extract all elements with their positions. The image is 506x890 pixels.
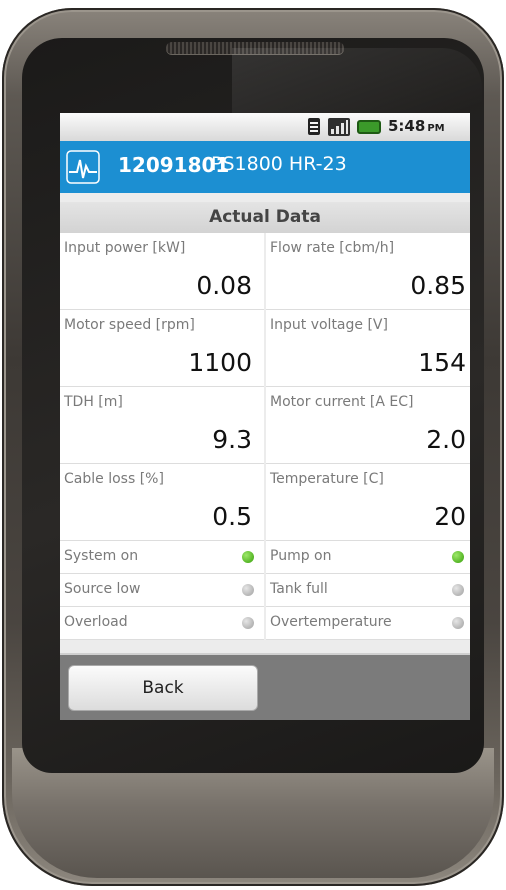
indicator-row: Source low <box>60 574 264 607</box>
battery-icon <box>357 120 381 134</box>
measurement-label: Motor speed [rpm] <box>64 317 195 333</box>
status-led-icon <box>452 551 464 563</box>
indicator-row: Pump on <box>266 541 470 574</box>
signal-bars-icon <box>328 118 350 136</box>
measurement-value: 0.5 <box>212 502 252 531</box>
measurement-label: Cable loss [%] <box>64 471 164 487</box>
measurement-cell: Motor current [A EC] 2.0 <box>266 387 470 464</box>
measurement-cell: Motor speed [rpm] 1100 <box>60 310 264 387</box>
indicator-row: Overtemperature <box>266 607 470 640</box>
status-led-icon <box>452 617 464 629</box>
phone-screen: 5:48 PM 12091801 PS1800 HR-23 Actual Data… <box>60 113 470 720</box>
measurement-label: Input power [kW] <box>64 240 186 256</box>
indicator-label: Tank full <box>270 581 328 597</box>
measurement-value: 20 <box>434 502 466 531</box>
button-bar: Back <box>60 653 470 720</box>
status-led-icon <box>242 584 254 596</box>
pulse-icon <box>66 150 100 184</box>
measurement-cell: Flow rate [cbm/h] 0.85 <box>266 233 470 310</box>
measurement-value: 0.08 <box>196 271 252 300</box>
sim-card-icon <box>308 118 320 135</box>
measurement-label: TDH [m] <box>64 394 123 410</box>
status-led-icon <box>452 584 464 596</box>
measurement-cell: TDH [m] 9.3 <box>60 387 264 464</box>
measurement-value: 2.0 <box>426 425 466 454</box>
indicator-label: Overtemperature <box>270 614 392 630</box>
measurement-label: Flow rate [cbm/h] <box>270 240 395 256</box>
measurement-value: 154 <box>418 348 466 377</box>
indicator-label: Pump on <box>270 548 332 564</box>
status-led-icon <box>242 551 254 563</box>
indicator-row: Tank full <box>266 574 470 607</box>
indicator-row: Overload <box>60 607 264 640</box>
measurement-value: 0.85 <box>410 271 466 300</box>
indicator-label: System on <box>64 548 139 564</box>
indicator-label: Source low <box>64 581 141 597</box>
measurement-value: 1100 <box>188 348 252 377</box>
measurement-cell: Cable loss [%] 0.5 <box>60 464 264 541</box>
measurement-label: Motor current [A EC] <box>270 394 414 410</box>
measurement-cell: Temperature [C] 20 <box>266 464 470 541</box>
device-model: PS1800 HR-23 <box>211 153 347 175</box>
measurement-value: 9.3 <box>212 425 252 454</box>
status-clock: 5:48 PM <box>388 117 445 135</box>
section-title: Actual Data <box>60 202 470 233</box>
measurement-label: Temperature [C] <box>270 471 384 487</box>
measurement-cell: Input power [kW] 0.08 <box>60 233 264 310</box>
measurement-label: Input voltage [V] <box>270 317 388 333</box>
measurement-cell: Input voltage [V] 154 <box>266 310 470 387</box>
title-bar: 12091801 PS1800 HR-23 <box>60 141 470 193</box>
indicator-row: System on <box>60 541 264 574</box>
status-bar: 5:48 PM <box>60 113 470 141</box>
back-button[interactable]: Back <box>68 665 258 711</box>
indicator-label: Overload <box>64 614 128 630</box>
status-led-icon <box>242 617 254 629</box>
